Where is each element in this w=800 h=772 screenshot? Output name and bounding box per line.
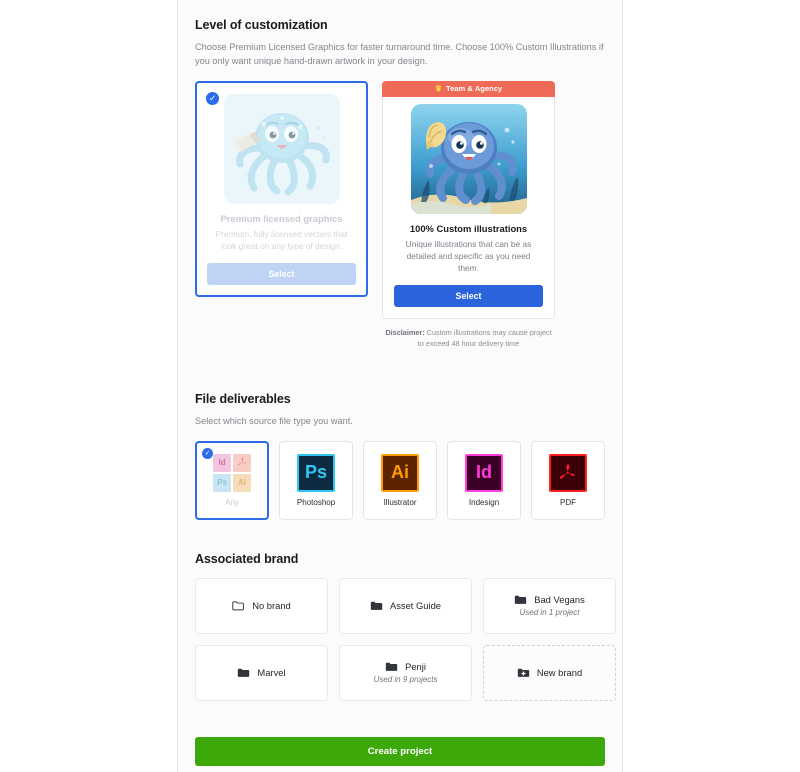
customization-options-row: ✓ Premium licensed graphics Premium, ful… xyxy=(195,80,605,350)
file-type-label: PDF xyxy=(560,497,576,507)
file-type-any[interactable]: ✓ Id Ps Ai Any xyxy=(195,440,270,520)
file-type-options-row: ✓ Id Ps Ai Any Ps Photoshop Ai Illustrat… xyxy=(195,440,605,520)
associated-brand-section: Associated brand No brand Asset Guide Ba… xyxy=(195,551,616,701)
brand-name: Marvel xyxy=(257,667,286,679)
customization-card-premium[interactable]: ✓ Premium licensed graphics Premium, ful… xyxy=(195,80,368,297)
page-title: Level of customization xyxy=(195,18,328,32)
brand-card-asset-guide[interactable]: Asset Guide xyxy=(339,577,472,634)
any-tile-pdf xyxy=(233,453,252,472)
photoshop-icon: Ps xyxy=(297,453,336,492)
brand-name: Penji xyxy=(405,661,426,673)
any-tile-ai: Ai xyxy=(233,473,252,492)
brand-name: New brand xyxy=(536,667,583,679)
disclaimer-text: Disclaimer: Custom illustrations may cau… xyxy=(382,328,555,350)
brand-card-marvel[interactable]: Marvel xyxy=(195,644,328,701)
page-root: Level of customization Choose Premium Li… xyxy=(0,0,800,772)
create-project-wrap: Create project xyxy=(195,736,605,766)
file-type-pdf[interactable]: PDF xyxy=(531,440,605,520)
file-deliverables-section: File deliverables Select which source fi… xyxy=(195,392,605,520)
any-tile-id: Id xyxy=(213,453,232,472)
crown-icon: ♛ xyxy=(434,84,443,94)
file-deliverables-title: File deliverables xyxy=(195,392,291,407)
brand-card-bad-vegans[interactable]: Bad Vegans Used in 1 project xyxy=(483,577,616,634)
customization-card-custom[interactable]: ♛ Team & Agency 100% Custom illustration… xyxy=(382,80,555,320)
file-type-label: Indesign xyxy=(468,497,500,507)
file-type-label: Photoshop xyxy=(296,497,336,507)
select-custom-button[interactable]: Select xyxy=(394,285,543,308)
file-type-indesign[interactable]: Id Indesign xyxy=(447,440,522,520)
check-icon: ✓ xyxy=(206,91,219,105)
file-type-label: Any xyxy=(225,497,239,507)
brand-grid: No brand Asset Guide Bad Vegans Used in … xyxy=(195,577,616,701)
brand-card-penji[interactable]: Penji Used in 9 projects xyxy=(339,644,472,701)
folder-icon xyxy=(370,600,383,611)
octopus-paintbrush-illustration xyxy=(223,93,340,204)
customization-option-description: Unique illustrations that can be as deta… xyxy=(405,238,532,273)
folder-icon xyxy=(514,594,527,605)
folder-icon xyxy=(237,667,250,678)
octopus-shell-underwater-illustration xyxy=(410,103,527,214)
illustrator-icon: Ai xyxy=(381,453,420,492)
customization-option-description: Premium, fully licensed vectors that loo… xyxy=(215,228,348,251)
folder-icon xyxy=(385,661,398,672)
brand-name: No brand xyxy=(252,600,291,612)
folder-outline-icon xyxy=(232,600,245,611)
ribbon-label: Team & Agency xyxy=(446,84,503,94)
check-icon: ✓ xyxy=(202,447,213,459)
brand-usage: Used in 1 project xyxy=(519,608,580,618)
brand-card-new-brand[interactable]: New brand xyxy=(483,644,616,701)
create-project-button[interactable]: Create project xyxy=(195,736,605,766)
file-type-photoshop[interactable]: Ps Photoshop xyxy=(279,440,354,520)
customization-subtitle: Choose Premium Licensed Graphics for fas… xyxy=(195,42,604,66)
any-files-icon: Id Ps Ai xyxy=(213,453,252,492)
select-premium-button[interactable]: Select xyxy=(207,262,356,285)
team-agency-ribbon: ♛ Team & Agency xyxy=(382,80,555,97)
file-type-illustrator[interactable]: Ai Illustrator xyxy=(363,440,438,520)
folder-plus-icon xyxy=(517,667,530,678)
level-of-customization-section: Level of customization Choose Premium Li… xyxy=(195,18,605,350)
pdf-acrobat-icon xyxy=(549,453,587,492)
customization-option-name: 100% Custom illustrations xyxy=(409,222,528,234)
customization-option-name: Premium licensed graphics xyxy=(220,212,343,224)
disclaimer-body: Custom illustrations may cause project t… xyxy=(417,328,552,349)
brand-name: Bad Vegans xyxy=(534,594,585,606)
indesign-icon: Id xyxy=(465,453,504,492)
any-tile-ps: Ps xyxy=(213,473,232,492)
file-deliverables-subtitle: Select which source file type you want. xyxy=(195,416,353,427)
brand-name: Asset Guide xyxy=(389,600,442,612)
disclaimer-label: Disclaimer: xyxy=(385,328,425,338)
associated-brand-title: Associated brand xyxy=(195,551,299,566)
content-panel: Level of customization Choose Premium Li… xyxy=(177,0,623,772)
brand-usage: Used in 9 projects xyxy=(373,675,438,685)
brand-card-no-brand[interactable]: No brand xyxy=(195,577,328,634)
file-type-label: Illustrator xyxy=(383,497,417,507)
